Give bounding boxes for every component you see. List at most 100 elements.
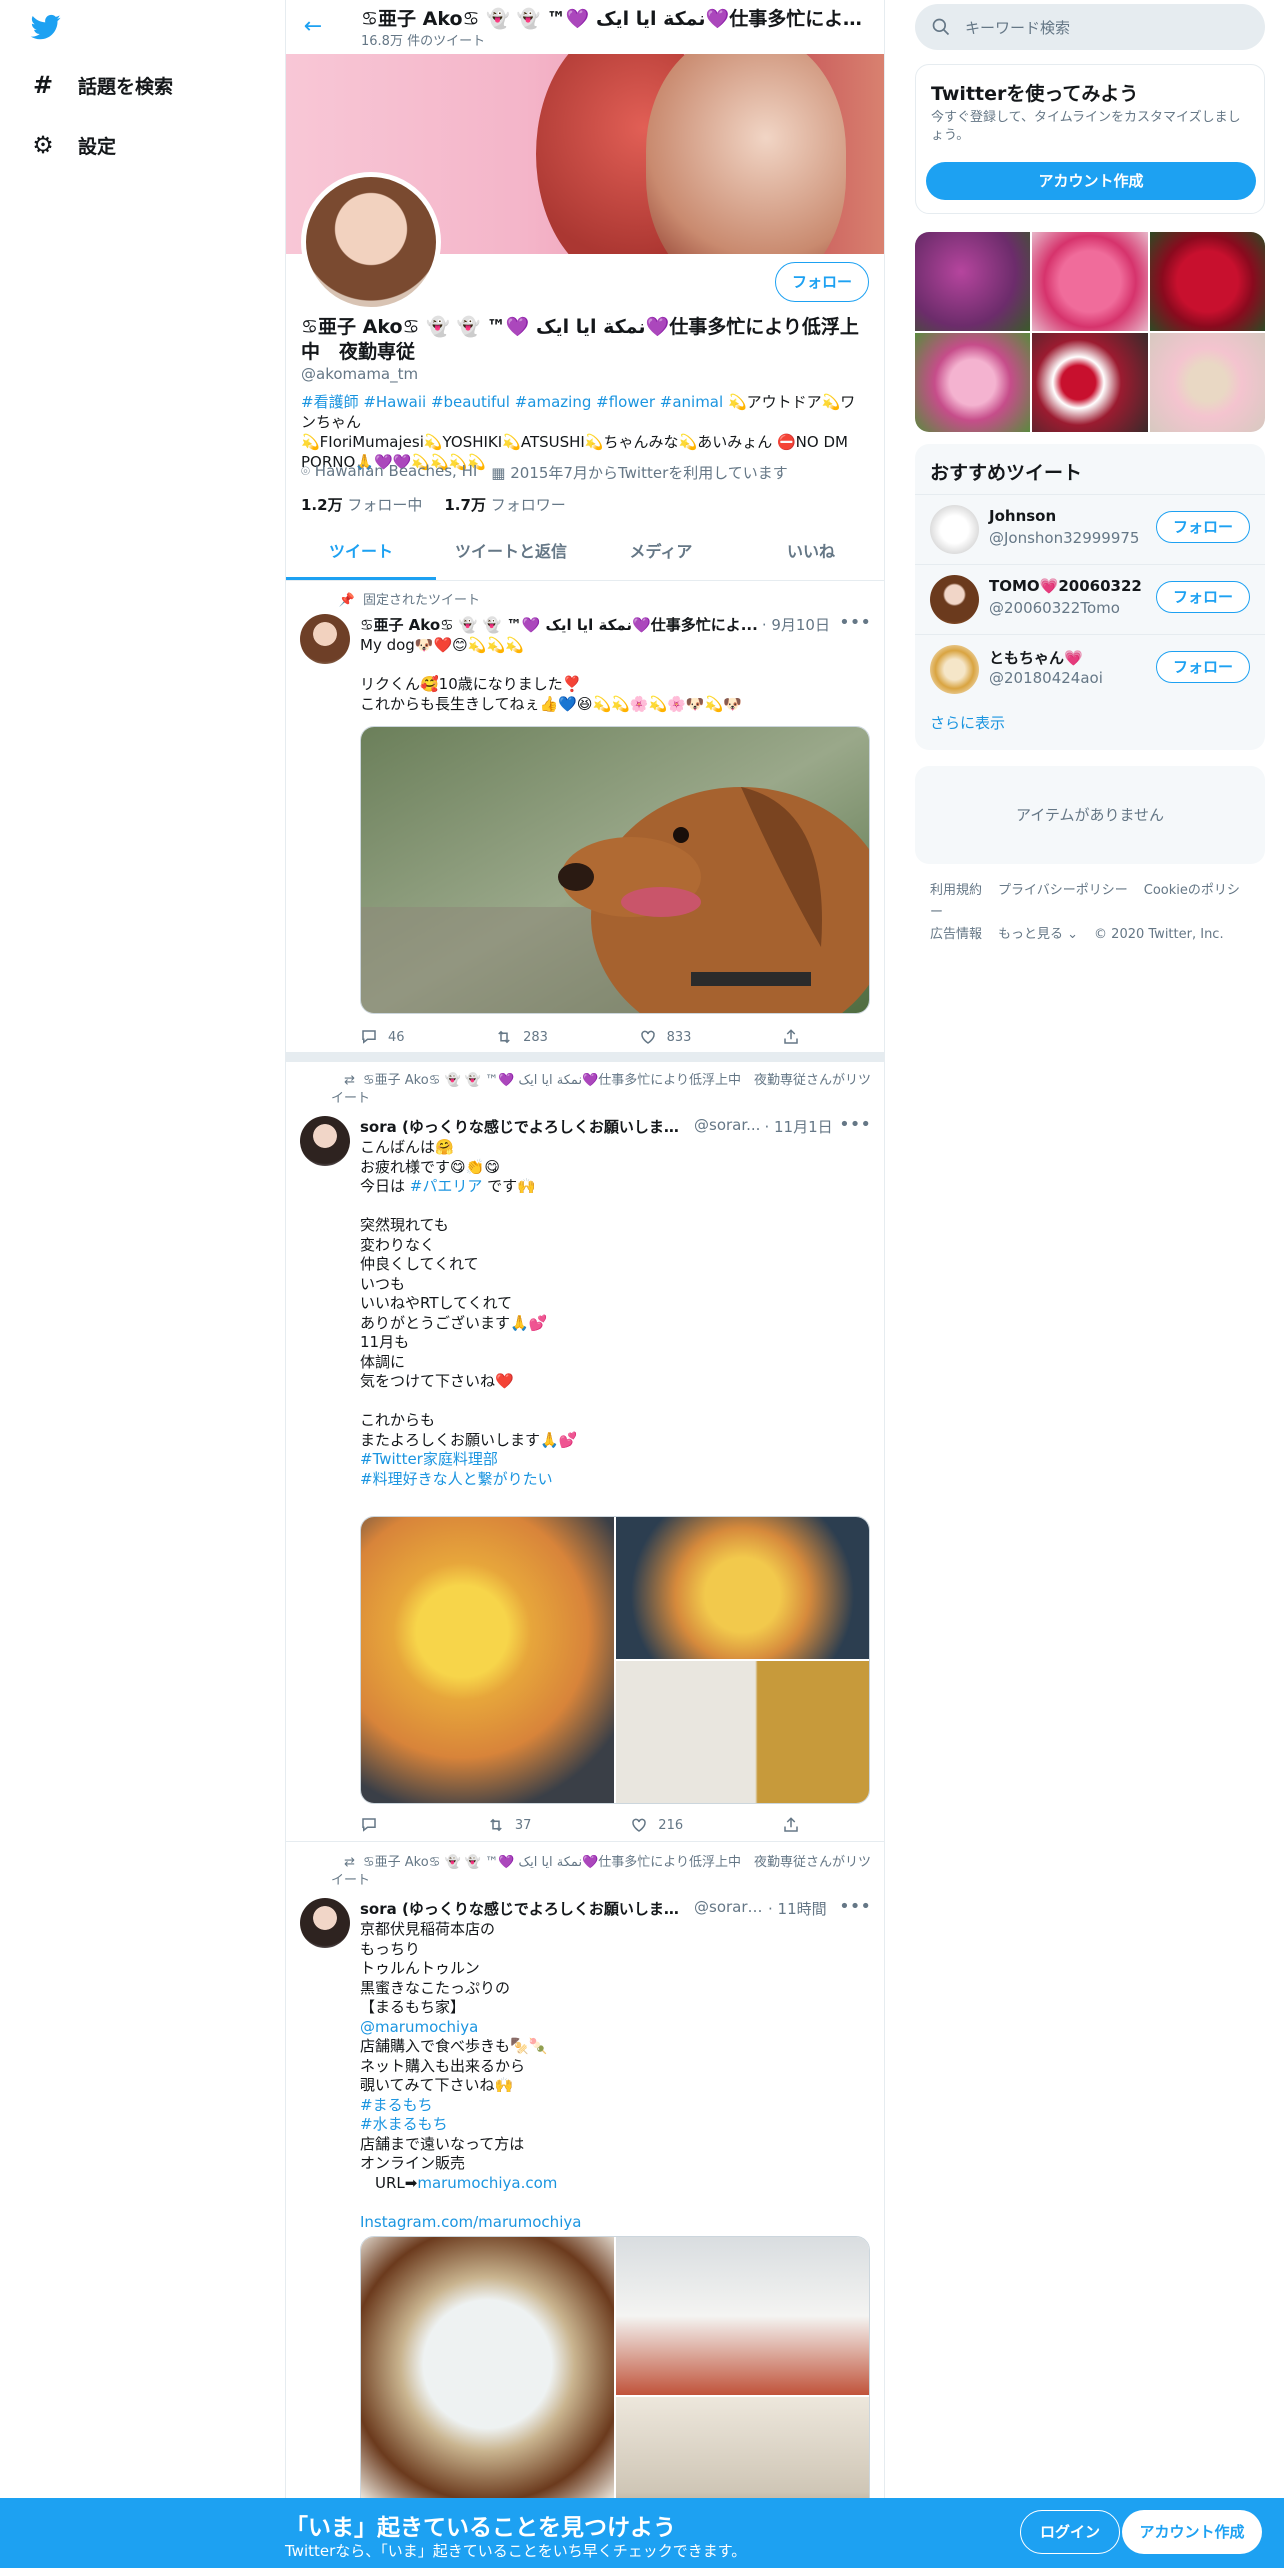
tweet-date[interactable]: · 9月10日 bbox=[762, 614, 830, 635]
tab-media[interactable]: メディア bbox=[586, 526, 736, 580]
more-options-icon[interactable]: ••• bbox=[839, 1114, 871, 1135]
tweet-author-name[interactable]: sora (ゆっくりな感じでよろしくお願いします❤️) bbox=[360, 1116, 690, 1137]
share-button[interactable] bbox=[782, 1028, 800, 1046]
banner-face-shape bbox=[646, 54, 846, 254]
hashtag-link[interactable]: #水まるもち bbox=[360, 2115, 448, 2133]
followers-stat[interactable]: 1.7万 フォロワー bbox=[444, 494, 565, 515]
tweet[interactable]: 📌 固定されたツイート ♋亜子 Ako♋ 👻 👻 ™💜 ﻧﻤﮑﺔ ﺍﯾﺎ ﺍﯾﮏ💜… bbox=[286, 582, 884, 1060]
tweet-image-grid[interactable] bbox=[360, 1516, 870, 1804]
search-box[interactable]: キーワード検索 bbox=[915, 4, 1265, 50]
gallery-photo-coffee-roses[interactable] bbox=[1149, 333, 1265, 432]
paella-photo-2[interactable] bbox=[616, 1517, 869, 1659]
profile-stats: 1.2万 フォロー中 1.7万 フォロワー bbox=[301, 494, 566, 515]
mention-link[interactable]: @marumochiya bbox=[360, 2018, 478, 2036]
back-arrow-icon[interactable]: ← bbox=[298, 12, 328, 42]
more-options-icon[interactable]: ••• bbox=[839, 612, 871, 633]
rec-item[interactable]: TOMO💗20060322 @20060322Tomo フォロー bbox=[915, 564, 1265, 634]
reply-button[interactable] bbox=[360, 1816, 388, 1834]
location: ⌾ Hawaiian Beaches, HI bbox=[301, 462, 477, 483]
footer-privacy[interactable]: プライバシーポリシー bbox=[998, 883, 1128, 898]
gear-icon: ⚙ bbox=[32, 131, 54, 159]
bottom-create-account-button[interactable]: アカウント作成 bbox=[1122, 2510, 1262, 2554]
tweet-author-name[interactable]: ♋亜子 Ako♋ 👻 👻 ™💜 ﻧﻤﮑﺔ ﺍﯾﺎ ﺍﯾﮏ💜仕事多忙によ... bbox=[360, 614, 758, 635]
share-button[interactable] bbox=[782, 1816, 800, 1834]
rec-item[interactable]: Johnson @Jonshon32999975 フォロー bbox=[915, 494, 1265, 564]
search-placeholder: キーワード検索 bbox=[965, 19, 1071, 37]
rec-title: おすすめツイート bbox=[930, 462, 1083, 484]
bottom-title: 「いま」起きていることを見つけよう bbox=[285, 2515, 676, 2541]
rec-follow-button[interactable]: フォロー bbox=[1156, 511, 1250, 543]
paella-photo-1[interactable] bbox=[361, 1517, 614, 1803]
like-button[interactable]: 833 bbox=[639, 1028, 691, 1046]
footer-terms[interactable]: 利用規約 bbox=[930, 883, 982, 898]
tab-tweets-replies[interactable]: ツイートと返信 bbox=[436, 526, 586, 580]
rec-handle: @Jonshon32999975 bbox=[989, 529, 1140, 547]
nav-settings[interactable]: ⚙ 設定 bbox=[28, 125, 116, 165]
gallery-photo-purple-flowers[interactable] bbox=[915, 232, 1031, 331]
show-more-link[interactable]: さらに表示 bbox=[930, 712, 1005, 733]
profile-name: ♋亜子 Ako♋ 👻 👻 ™💜 ﻧﻤﮑﺔ ﺍﯾﺎ ﺍﯾﮏ💜仕事多忙により低浮上中… bbox=[301, 316, 859, 363]
like-button[interactable]: 216 bbox=[630, 1816, 683, 1834]
tweet-avatar[interactable] bbox=[300, 1116, 350, 1166]
profile-avatar[interactable] bbox=[301, 172, 441, 312]
rec-name[interactable]: Johnson bbox=[989, 507, 1056, 525]
tweet-avatar[interactable] bbox=[300, 1898, 350, 1948]
gallery-photo-red-rose[interactable] bbox=[1149, 232, 1265, 331]
footer-more[interactable]: もっと見る ⌄ bbox=[998, 927, 1078, 942]
header-tweet-count: 16.8万 件のツイート bbox=[361, 34, 486, 49]
following-label: フォロー中 bbox=[347, 496, 423, 514]
calendar-icon: ▦ bbox=[491, 464, 506, 482]
hashtag-links[interactable]: #Twitter家庭料理部 #料理好きな人と繋がりたい bbox=[360, 1450, 553, 1488]
url-link[interactable]: marumochiya.com bbox=[417, 2174, 557, 2192]
rec-follow-button[interactable]: フォロー bbox=[1156, 651, 1250, 683]
tweet-text-part: 京都伏見稲荷本店の もっちり トゥルんトゥルン 黒蜜きなこたっぷりの 【まるもち… bbox=[360, 1920, 511, 2016]
nav-explore[interactable]: # 話題を検索 bbox=[28, 65, 173, 105]
tweet-author-handle[interactable]: @sorara... bbox=[694, 1898, 764, 1919]
tweet-author-name[interactable]: sora (ゆっくりな感じでよろしくお願いします❤️) bbox=[360, 1898, 690, 1919]
tweet[interactable]: ⇄ ♋亜子 Ako♋ 👻 👻 ™💜 ﻧﻤﮑﺔ ﺍﯾﺎ ﺍﯾﮏ💜仕事多忙により低浮上… bbox=[286, 1844, 884, 2556]
rec-follow-button[interactable]: フォロー bbox=[1156, 581, 1250, 613]
bio-hashtags[interactable]: #看護師 #Hawaii #beautiful #amazing #flower… bbox=[301, 393, 723, 411]
rec-name[interactable]: TOMO💗20060322 bbox=[989, 577, 1142, 595]
tweet-text: こんばんは🤗 お疲れ様です😋👏😋 今日は #パエリア です🙌 突然現れても 変わ… bbox=[360, 1138, 870, 1489]
main-column: ← ♋亜子 Ako♋ 👻 👻 ™💜 ﻧﻤﮑﺔ ﺍﯾﺎ ﺍﯾﮏ💜仕事多忙により低浮… bbox=[285, 0, 885, 2568]
tweet-avatar[interactable] bbox=[300, 614, 350, 664]
tab-tweets[interactable]: ツイート bbox=[286, 526, 436, 580]
profile-header: ← ♋亜子 Ako♋ 👻 👻 ™💜 ﻧﻤﮑﺔ ﺍﯾﺎ ﺍﯾﮏ💜仕事多忙により低浮… bbox=[286, 0, 884, 54]
more-options-icon[interactable]: ••• bbox=[839, 1896, 871, 1917]
rec-avatar[interactable] bbox=[930, 505, 979, 554]
tweet-text: 京都伏見稲荷本店の もっちり トゥルんトゥルン 黒蜜きなこたっぷりの 【まるもち… bbox=[360, 1920, 870, 2232]
rec-avatar[interactable] bbox=[930, 645, 979, 694]
gallery-photo-lilies[interactable] bbox=[915, 333, 1031, 432]
profile-tabs: ツイート ツイートと返信 メディア いいね bbox=[286, 526, 884, 581]
tweet[interactable]: ⇄ ♋亜子 Ako♋ 👻 👻 ™💜 ﻧﻤﮑﺔ ﺍﯾﺎ ﺍﯾﮏ💜仕事多忙により低浮上… bbox=[286, 1062, 884, 1842]
profile-meta: ⌾ Hawaiian Beaches, HI ▦ 2015年7月からTwitte… bbox=[301, 462, 788, 483]
footer-ads[interactable]: 広告情報 bbox=[930, 927, 982, 942]
tweet-author-handle[interactable]: @sorar... bbox=[694, 1116, 760, 1137]
tweet-date[interactable]: · 11時間 bbox=[768, 1898, 827, 1919]
retweet-button[interactable]: 283 bbox=[495, 1028, 548, 1046]
twitter-logo-icon[interactable] bbox=[28, 12, 64, 42]
mochi-photo-2[interactable] bbox=[616, 2237, 869, 2395]
instagram-link[interactable]: Instagram.com/marumochiya bbox=[360, 2213, 581, 2231]
login-button[interactable]: ログイン bbox=[1020, 2510, 1120, 2554]
nav-explore-label: 話題を検索 bbox=[78, 75, 174, 98]
hashtag-link[interactable]: #パエリア bbox=[410, 1177, 483, 1195]
rec-avatar[interactable] bbox=[930, 575, 979, 624]
hashtag-link[interactable]: #まるもち bbox=[360, 2096, 433, 2114]
rec-name[interactable]: ともちゃん💗 bbox=[989, 647, 1083, 668]
gallery-photo-roses-bouquet[interactable] bbox=[1032, 333, 1148, 432]
tweet-image-dog[interactable] bbox=[360, 726, 870, 1014]
retweet-button[interactable]: 37 bbox=[487, 1816, 531, 1834]
followers-label: フォロワー bbox=[490, 496, 566, 514]
hashtag-icon: # bbox=[32, 71, 54, 99]
gallery-photo-pink-rose[interactable] bbox=[1032, 232, 1148, 331]
rec-item[interactable]: ともちゃん💗 @20180424aoi フォロー bbox=[915, 634, 1265, 704]
bowl-and-beer-photo[interactable] bbox=[616, 1661, 869, 1803]
create-account-button[interactable]: アカウント作成 bbox=[926, 162, 1256, 200]
reply-button[interactable]: 46 bbox=[360, 1028, 405, 1046]
tab-likes[interactable]: いいね bbox=[736, 526, 884, 580]
following-stat[interactable]: 1.2万 フォロー中 bbox=[301, 494, 422, 515]
tweet-date[interactable]: · 11月1日 bbox=[764, 1116, 832, 1137]
follow-button[interactable]: フォロー bbox=[775, 262, 869, 302]
